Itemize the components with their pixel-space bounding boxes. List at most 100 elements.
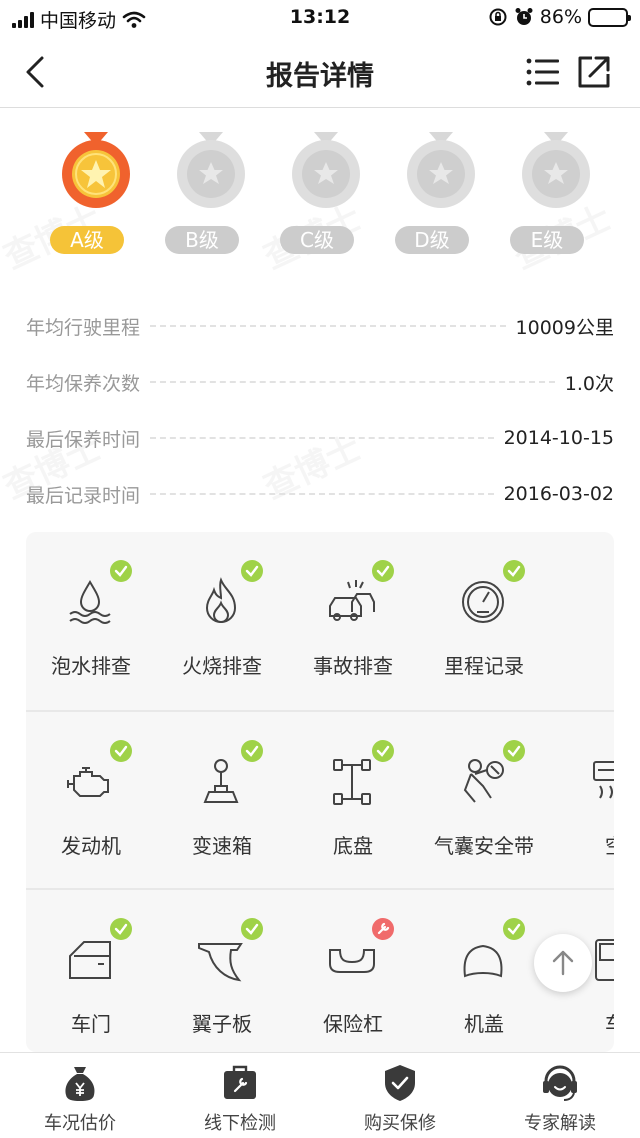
check-item-aircon[interactable]: 空 xyxy=(550,712,614,890)
check-ok-badge xyxy=(110,918,132,940)
tab-expert-interpretation[interactable]: 专家解读 xyxy=(480,1053,640,1138)
grade-b: B级 xyxy=(153,130,263,260)
battery-icon xyxy=(588,7,631,27)
info-value: 1.0次 xyxy=(564,372,614,395)
check-item-fire[interactable]: 火烧排查 xyxy=(157,532,287,710)
nav-bar: 报告详情 xyxy=(0,36,640,108)
fender-icon xyxy=(198,943,243,982)
list-icon[interactable] xyxy=(522,52,562,92)
medal-icon xyxy=(292,132,360,208)
grade-a: A级 xyxy=(38,130,148,260)
airbag-icon xyxy=(463,759,504,803)
check-ok-badge xyxy=(503,560,525,582)
check-ok-badge xyxy=(372,740,394,762)
share-icon[interactable] xyxy=(574,52,614,92)
headset-icon xyxy=(543,1065,577,1101)
check-label: 泡水排查 xyxy=(51,654,131,678)
check-item-gearbox[interactable]: 变速箱 xyxy=(157,712,287,890)
check-label: 保险杠 xyxy=(323,1012,383,1036)
medal-icon xyxy=(522,132,590,208)
grade-label: B级 xyxy=(165,226,239,254)
info-row-last-record: 最后记录时间 2016-03-02 xyxy=(26,466,614,522)
scroll-to-top-button[interactable] xyxy=(534,934,592,992)
chassis-icon xyxy=(333,759,371,805)
info-label: 年均保养次数 xyxy=(26,372,141,395)
check-ok-badge xyxy=(372,560,394,582)
check-label: 机盖 xyxy=(464,1012,504,1036)
dotted-divider xyxy=(150,381,555,383)
inspection-row: 发动机 变速箱 底盘 气囊安全带 xyxy=(26,710,614,888)
check-ok-badge xyxy=(503,740,525,762)
check-item-airbag[interactable]: 气囊安全带 xyxy=(419,712,549,890)
bumper-icon xyxy=(329,949,375,973)
info-row-last-maintenance: 最后保养时间 2014-10-15 xyxy=(26,410,614,466)
dotted-divider xyxy=(150,325,506,327)
medal-icon xyxy=(407,132,475,208)
engine-icon xyxy=(67,767,109,797)
hood-icon xyxy=(463,944,503,978)
check-label: 车门 xyxy=(71,1012,111,1036)
battery-percent: 86% xyxy=(539,6,582,28)
inspection-grid: 泡水排查 火烧排查 事故排查 里程记录 发动机 变速箱 底盘 气囊安全带 车门 … xyxy=(26,532,614,1052)
info-value: 2016-03-02 xyxy=(503,483,614,505)
check-item-odometer[interactable]: 里程记录 xyxy=(419,532,549,710)
inspection-row: 车门 翼子板 保险杠 机盖 xyxy=(26,888,614,1052)
tab-label: 购买保修 xyxy=(364,1113,436,1134)
fire-icon xyxy=(205,577,237,624)
tab-label: 车况估价 xyxy=(44,1113,116,1134)
orientation-lock-icon xyxy=(489,8,507,26)
check-item-engine[interactable]: 发动机 xyxy=(26,712,156,890)
tab-valuation[interactable]: 车况估价 xyxy=(0,1053,160,1138)
odometer-icon xyxy=(462,581,504,623)
grade-c: C级 xyxy=(268,130,378,260)
car-crash-icon xyxy=(329,580,375,621)
check-item-accident[interactable]: 事故排查 xyxy=(288,532,418,710)
info-value: 10009公里 xyxy=(515,316,614,339)
check-label: 空 xyxy=(550,830,614,859)
status-right: 86% xyxy=(488,6,631,28)
check-item-chassis[interactable]: 底盘 xyxy=(288,712,418,890)
grade-label: A级 xyxy=(50,226,124,254)
alarm-icon xyxy=(515,8,533,25)
info-label: 最后记录时间 xyxy=(26,484,141,507)
money-bag-icon xyxy=(65,1067,95,1101)
medal-icon xyxy=(177,132,245,208)
tab-buy-warranty[interactable]: 购买保修 xyxy=(320,1053,480,1138)
grade-label: D级 xyxy=(395,226,469,254)
tab-label: 线下检测 xyxy=(204,1113,276,1134)
check-label: 事故排查 xyxy=(313,654,393,678)
info-label: 年均行驶里程 xyxy=(26,316,141,339)
check-ok-badge xyxy=(503,918,525,940)
air-conditioner-icon xyxy=(593,761,614,799)
check-item-water[interactable]: 泡水排查 xyxy=(26,532,156,710)
check-ok-badge xyxy=(110,740,132,762)
dotted-divider xyxy=(150,437,494,439)
grade-d: D级 xyxy=(383,130,493,260)
info-label: 最后保养时间 xyxy=(26,428,141,451)
check-label: 车 xyxy=(550,1008,614,1037)
dotted-divider xyxy=(150,493,494,495)
check-label: 里程记录 xyxy=(444,654,524,678)
info-value: 2014-10-15 xyxy=(503,427,614,449)
check-item-door[interactable]: 车门 xyxy=(26,890,156,1052)
bottom-tab-bar: 车况估价 线下检测 购买保修 专家解读 xyxy=(0,1052,640,1138)
info-row-annual-mileage: 年均行驶里程 10009公里 xyxy=(26,298,614,354)
check-ok-badge xyxy=(241,918,263,940)
check-item-bumper[interactable]: 保险杠 xyxy=(288,890,418,1052)
grade-label: C级 xyxy=(280,226,354,254)
grade-label: E级 xyxy=(510,226,584,254)
check-label: 翼子板 xyxy=(192,1012,252,1036)
car-door-icon xyxy=(69,941,111,979)
status-bar: 中国移动 13:12 86% xyxy=(0,0,640,36)
gear-stick-icon xyxy=(203,759,239,803)
check-item-fender[interactable]: 翼子板 xyxy=(157,890,287,1052)
tab-label: 专家解读 xyxy=(524,1113,596,1134)
repair-warning-badge xyxy=(372,918,394,940)
info-row-annual-maintenance: 年均保养次数 1.0次 xyxy=(26,354,614,410)
water-drop-icon xyxy=(69,580,111,624)
check-item-hood[interactable]: 机盖 xyxy=(419,890,549,1052)
tab-offline-inspection[interactable]: 线下检测 xyxy=(160,1053,320,1138)
grade-badges: A级 B级 C级 D级 E级 xyxy=(0,130,640,260)
arrow-up-icon xyxy=(552,950,574,976)
check-ok-badge xyxy=(241,740,263,762)
